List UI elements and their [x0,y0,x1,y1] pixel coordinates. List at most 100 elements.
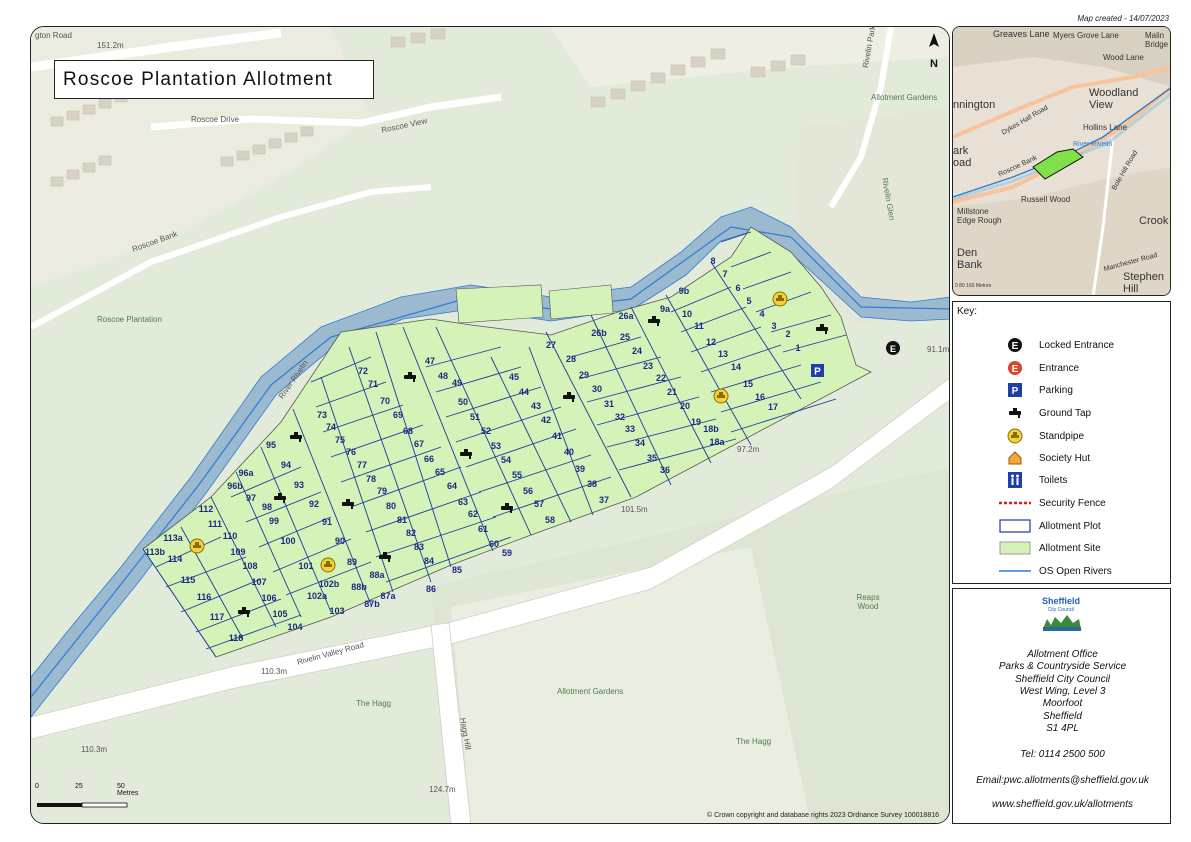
plot-label: 54 [501,455,511,465]
plot-label: 3 [771,321,776,331]
contact-line: Sheffield [1043,711,1082,722]
plot-label: 76 [346,447,356,457]
plot-label: 57 [534,499,544,509]
plot-label: 30 [592,384,602,394]
key-label: Society Hut [1039,452,1091,464]
plot-label: 10 [682,309,692,319]
key-item: Toilets [953,470,1172,490]
key-item: P Parking [953,380,1172,400]
locked-entrance-icon: E [997,335,1033,355]
scale-label: 25 [75,783,83,790]
standpipe-icon [772,291,788,307]
plot-label: 58 [545,515,555,525]
standpipe-icon [997,426,1033,446]
plot-label: 110 [223,531,238,541]
plot-label: 39 [575,464,585,474]
plot-label: 95 [266,440,276,450]
key-label: Ground Tap [1039,407,1092,419]
key-label: Toilets [1039,474,1068,486]
plot-label: 112 [199,504,214,514]
plot-label: 93 [294,480,304,490]
plot-label: 91 [322,517,332,527]
plot-label: 48 [438,371,448,381]
plot-label: 87a [380,591,396,601]
key-label: Allotment Site [1039,542,1101,554]
plot-label: 22 [656,373,666,383]
plot-label: 44 [519,387,529,397]
inset-label: Myers Grove Lane [1053,31,1119,40]
key-item: Security Fence [953,493,1172,513]
plot-label: 40 [564,447,574,457]
scale-bar: 0 25 50 Metres [35,783,138,813]
plot-label: 50 [458,397,468,407]
plot-label: 79 [377,486,387,496]
contact-email[interactable]: Email:pwc.allotments@sheffield.gov.uk [953,775,1172,786]
plot-label: 105 [272,609,287,619]
north-arrow-icon: N [929,33,939,70]
plot-label: 101 [298,561,313,571]
key-title: Key: [957,306,978,317]
plot-label: 53 [491,441,501,451]
standpipe-icon [320,557,336,573]
plot-label: 24 [632,346,642,356]
plot-label: 109 [230,547,245,557]
plot-label: 17 [768,402,778,412]
plot-label: 69 [393,410,403,420]
parking-letter: P [814,367,821,378]
plot-label: 45 [509,372,519,382]
plot-label: 47 [425,356,435,366]
svg-text:E: E [1012,341,1019,352]
map-label: Reaps Wood [856,593,880,611]
inset-label: Wood Lane [1103,53,1144,62]
plot-label: 15 [743,379,753,389]
plot-label: 18b [703,424,719,434]
inset-label: River Rivelin [1073,141,1113,148]
map-label: The Hagg [356,699,392,708]
inset-map[interactable]: Greaves Lane Myers Grove Lane Malin Brid… [952,26,1171,296]
svg-text:P: P [1012,386,1019,397]
plot-label: 84 [424,556,434,566]
plot-label: 89 [347,557,357,567]
key-label: Standpipe [1039,430,1085,442]
svg-text:E: E [1012,364,1019,375]
plot-label: 107 [251,577,266,587]
plot-label: 23 [643,361,653,371]
plot-label: 86 [426,584,436,594]
key-label: OS Open Rivers [1039,565,1112,577]
copyright: © Crown copyright and database rights 20… [706,812,939,819]
inset-label: Woodland View [1089,87,1139,111]
plot-label: 38 [587,479,597,489]
main-map[interactable]: 1 2 3 4 5 6 7 8 9a 9b 10 11 12 13 14 15 16 17 18a 18b 19 20 21… [30,26,950,824]
contact-web[interactable]: www.sheffield.gov.uk/allotments [953,799,1172,810]
plot-label: 60 [489,539,499,549]
contact-line: Allotment Office [1027,649,1098,660]
inset-scale: 0 80 160 Metres [955,283,992,289]
map-created-date: Map created - 14/07/2023 [1077,14,1169,23]
contact-line: West Wing, Level 3 [1019,686,1106,697]
plot-label: 113b [145,547,166,557]
plot-label: 41 [552,431,562,441]
allotment-site-icon [997,538,1033,558]
contact-tel[interactable]: Tel: 0114 2500 500 [953,749,1172,760]
plot-label: 83 [414,542,424,552]
plot-label: 72 [358,366,368,376]
plot-label: 113a [163,533,184,543]
key-item: Ground Tap [953,403,1172,423]
key-label: Parking [1039,384,1073,396]
plot-label: 56 [523,486,533,496]
inset-label: Crook [1139,215,1169,227]
parking-icon: P [997,380,1033,400]
plot-label: 51 [470,412,480,422]
plot-label: 7 [722,269,727,279]
plot-label: 70 [380,396,390,406]
plot-label: 25 [620,332,630,342]
plot-label: 16 [755,392,765,402]
plot-label: 1 [795,343,800,353]
inset-label: Stephen Hill [1123,271,1164,295]
plot-label: 49 [452,378,462,388]
plot-label: 81 [397,515,407,525]
plot-label: 111 [208,519,222,529]
plot-label: 96a [238,468,254,478]
map-label: 91.1m [927,345,950,354]
plot-label: 18a [709,437,725,447]
